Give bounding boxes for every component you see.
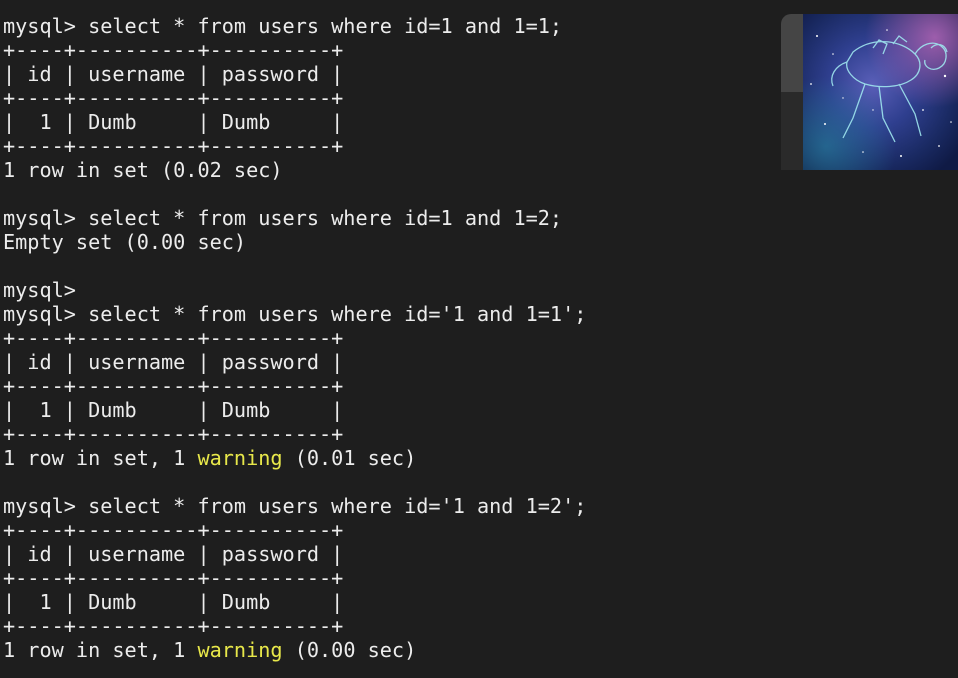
table-border: +----+----------+----------+ bbox=[3, 326, 344, 350]
summary-prefix: 1 row in set, 1 bbox=[3, 638, 198, 662]
result-summary: 1 row in set (0.02 sec) bbox=[3, 158, 283, 182]
command-line: mysql> bbox=[3, 278, 76, 302]
table-row: | 1 | Dumb | Dumb | bbox=[3, 590, 344, 614]
table-row: | 1 | Dumb | Dumb | bbox=[3, 398, 344, 422]
summary-suffix: (0.01 sec) bbox=[282, 446, 417, 470]
summary-prefix: 1 row in set, 1 bbox=[3, 446, 198, 470]
command-line: mysql> select * from users where id='1 a… bbox=[3, 494, 587, 518]
table-border: +----+----------+----------+ bbox=[3, 374, 344, 398]
result-summary: 1 row in set, 1 warning (0.00 sec) bbox=[3, 638, 783, 662]
command-line: mysql> select * from users where id=1 an… bbox=[3, 206, 563, 230]
table-border: +----+----------+----------+ bbox=[3, 134, 344, 158]
table-border: +----+----------+----------+ bbox=[3, 518, 344, 542]
window-edge bbox=[781, 92, 803, 170]
summary-suffix: (0.00 sec) bbox=[282, 638, 417, 662]
table-border: +----+----------+----------+ bbox=[3, 38, 344, 62]
table-border: +----+----------+----------+ bbox=[3, 566, 344, 590]
table-row: | 1 | Dumb | Dumb | bbox=[3, 110, 344, 134]
table-border: +----+----------+----------+ bbox=[3, 614, 344, 638]
table-border: +----+----------+----------+ bbox=[3, 422, 344, 446]
warning-word: warning bbox=[197, 638, 283, 662]
table-border: +----+----------+----------+ bbox=[3, 86, 344, 110]
warning-word: warning bbox=[197, 446, 283, 470]
command-line: mysql> select * from users where id='1 a… bbox=[3, 302, 587, 326]
command-line: mysql> select * from users where id=1 an… bbox=[3, 14, 563, 38]
aries-constellation-wallpaper bbox=[803, 14, 958, 170]
table-header: | id | username | password | bbox=[3, 62, 344, 86]
background-window[interactable] bbox=[781, 14, 958, 170]
teal-glow bbox=[803, 14, 958, 170]
table-header: | id | username | password | bbox=[3, 350, 344, 374]
result-summary: Empty set (0.00 sec) bbox=[3, 230, 247, 254]
terminal-output[interactable]: mysql> select * from users where id=1 an… bbox=[3, 14, 783, 662]
table-header: | id | username | password | bbox=[3, 542, 344, 566]
result-summary: 1 row in set, 1 warning (0.01 sec) bbox=[3, 446, 783, 470]
